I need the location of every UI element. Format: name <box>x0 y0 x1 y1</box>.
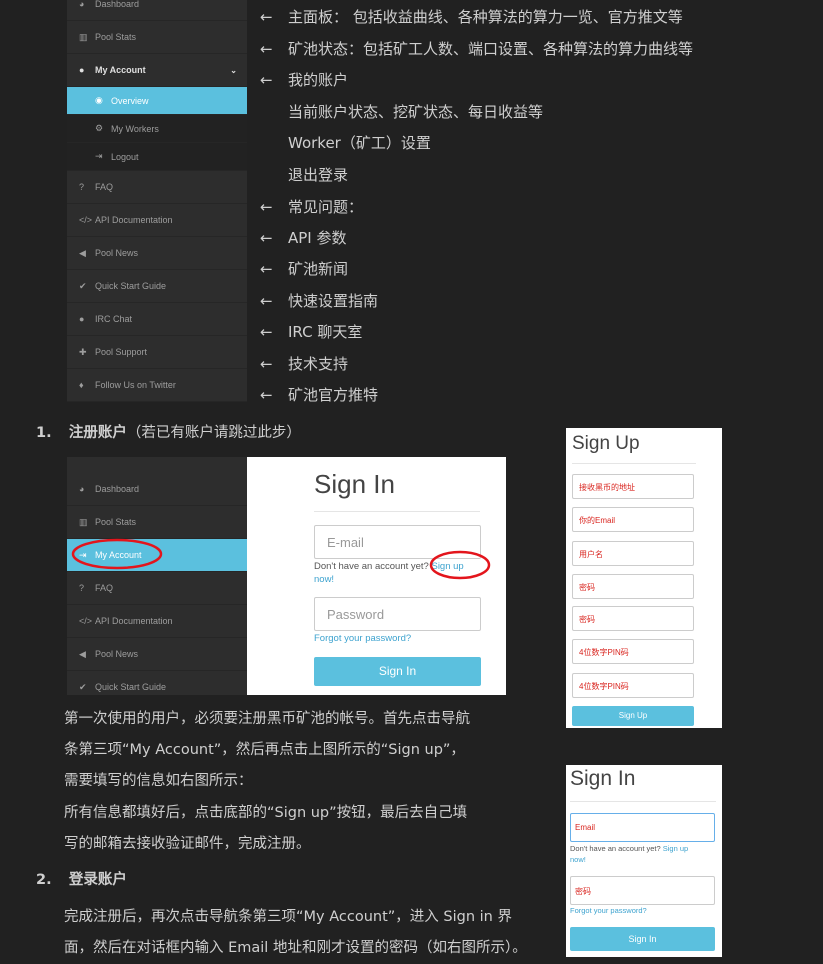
question-icon: ? <box>79 182 85 192</box>
nav-pool-stats[interactable]: ▥ Pool Stats <box>67 21 247 54</box>
divider <box>570 801 716 802</box>
bar-chart-icon: ▥ <box>79 516 88 527</box>
annotation-api: ← API 参数 <box>260 229 347 247</box>
password-field[interactable]: 密码 <box>572 574 694 599</box>
left-arrow-icon: ← <box>260 323 273 341</box>
annotation-faq: ← 常见问题： <box>260 198 364 216</box>
forgot-password-link[interactable]: Forgot your password? <box>570 906 647 915</box>
password-input[interactable]: Password <box>314 597 481 631</box>
check-icon: ✔ <box>79 280 87 291</box>
signin-button[interactable]: Sign In <box>314 657 481 686</box>
no-account-text: Don't have an account yet? Sign up now! <box>570 844 689 864</box>
dashboard-icon: ◕ <box>79 0 85 9</box>
nav-dashboard[interactable]: ◕ Dashboard <box>67 0 247 21</box>
eye-icon: ◉ <box>95 95 103 105</box>
signin-small-panel: Sign In Email Don't have an account yet?… <box>566 765 722 957</box>
annotation-overview: 当前账户状态、挖矿状态、每日收益等 <box>288 103 544 121</box>
chat-icon: ● <box>79 314 85 324</box>
username-field[interactable]: 用户名 <box>572 541 694 566</box>
signin-button[interactable]: Sign In <box>570 927 715 951</box>
step1-paragraph-2: 所有信息都填好后，点击底部的“Sign up”按钮，最后去自己填 写的邮箱去接收… <box>64 805 468 852</box>
nav-pool-stats[interactable]: ▥ Pool Stats <box>67 506 247 539</box>
nav-api-docs[interactable]: </> API Documentation <box>67 204 247 237</box>
left-arrow-icon: ← <box>260 8 273 26</box>
user-icon: ● <box>79 65 85 75</box>
divider <box>572 463 696 464</box>
password-confirm-field[interactable]: 密码 <box>572 606 694 631</box>
step2-paragraph: 完成注册后，再次点击导航条第三项“My Account”，进入 Sign in … <box>64 909 527 956</box>
left-arrow-icon: ← <box>260 71 273 89</box>
top-sidebar: ◕ Dashboard ▥ Pool Stats ● My Account ⌄ ◉ Ove… <box>67 0 247 402</box>
pin-confirm-field[interactable]: 4位数字PIN码 <box>572 673 694 698</box>
nav-quick-start[interactable]: ✔ Quick Start Guide <box>67 671 247 695</box>
red-circle-signup <box>429 550 491 580</box>
left-arrow-icon: ← <box>260 198 273 216</box>
left-arrow-icon: ← <box>260 386 273 404</box>
code-icon: </> <box>79 616 93 626</box>
address-field[interactable]: 接收黑币的地址 <box>572 474 694 499</box>
nav-quick-start[interactable]: ✔ Quick Start Guide <box>67 270 247 303</box>
divider <box>314 511 480 512</box>
nav-pool-news[interactable]: ◀ Pool News <box>67 638 247 671</box>
annotation-support: ← 技术支持 <box>260 355 349 373</box>
nav-api-docs[interactable]: </> API Documentation <box>67 605 247 638</box>
annotation-news: ← 矿池新闻 <box>260 260 349 278</box>
dashboard-icon: ◕ <box>79 484 85 494</box>
annotation-quick-start: ← 快速设置指南 <box>260 292 379 310</box>
signin-shot-sidebar: ◕ Dashboard ▥ Pool Stats ⇥ My Account ? FAQ … <box>67 457 247 695</box>
nav-dashboard[interactable]: ◕ Dashboard <box>67 473 247 506</box>
code-icon: </> <box>79 215 93 225</box>
signup-button[interactable]: Sign Up <box>572 706 694 726</box>
question-icon: ? <box>79 583 85 593</box>
left-arrow-icon: ← <box>260 292 273 310</box>
forgot-password-link[interactable]: Forgot your password? <box>314 633 411 644</box>
left-arrow-icon: ← <box>260 260 273 278</box>
nav-pool-news[interactable]: ◀ Pool News <box>67 237 247 270</box>
annotation-pool-stats: ← 矿池状态：包括矿工人数、端口设置、各种算法的算力曲线等 <box>260 40 694 58</box>
pin-field[interactable]: 4位数字PIN码 <box>572 639 694 664</box>
chevron-down-icon: ⌄ <box>230 65 237 75</box>
signup-link[interactable]: Sign up <box>663 844 688 853</box>
nav-logout[interactable]: ⇥ Logout <box>67 143 247 171</box>
step1-paragraph-1: 第一次使用的用户，必须要注册黑币矿池的帐号。首先点击导航 条第三项“My Acc… <box>64 711 470 789</box>
support-icon: ✚ <box>79 346 87 357</box>
annotation-logout: 退出登录 <box>288 166 349 184</box>
nav-twitter[interactable]: ♦ Follow Us on Twitter <box>67 369 247 402</box>
logout-icon: ⇥ <box>95 151 103 161</box>
red-circle-my-account <box>71 538 163 570</box>
signup-title: Sign Up <box>572 433 640 454</box>
password-field[interactable]: 密码 <box>570 876 715 905</box>
annotation-irc: ← IRC 聊天室 <box>260 323 363 341</box>
bullhorn-icon: ◀ <box>79 247 86 258</box>
signin-title: Sign In <box>314 469 395 499</box>
step1-heading: 1. 注册账户（若已有账户请跳过此步） <box>36 425 301 441</box>
gears-icon: ⚙ <box>95 123 104 133</box>
nav-faq[interactable]: ? FAQ <box>67 572 247 605</box>
check-icon: ✔ <box>79 681 87 692</box>
signin-small-title: Sign In <box>570 767 636 790</box>
annotation-my-account: ← 我的账户 <box>260 71 349 89</box>
nav-overview[interactable]: ◉ Overview <box>67 87 247 115</box>
twitter-icon: ♦ <box>79 380 84 390</box>
left-arrow-icon: ← <box>260 40 273 58</box>
nav-my-account[interactable]: ● My Account ⌄ <box>67 54 247 87</box>
annotation-workers: Worker（矿工）设置 <box>288 134 431 152</box>
annotation-twitter: ← 矿池官方推特 <box>260 386 379 404</box>
left-arrow-icon: ← <box>260 355 273 373</box>
step2-heading: 2. 登录账户 <box>36 872 127 888</box>
left-arrow-icon: ← <box>260 229 273 247</box>
nav-irc-chat[interactable]: ● IRC Chat <box>67 303 247 336</box>
nav-pool-support[interactable]: ✚ Pool Support <box>67 336 247 369</box>
bullhorn-icon: ◀ <box>79 648 86 659</box>
nav-my-workers[interactable]: ⚙ My Workers <box>67 115 247 143</box>
nav-faq[interactable]: ? FAQ <box>67 171 247 204</box>
signup-panel: Sign Up 接收黑币的地址 你的Email 用户名 密码 密码 4位数字PI… <box>566 428 722 728</box>
email-field[interactable]: 你的Email <box>572 507 694 532</box>
email-field[interactable]: Email <box>570 813 715 842</box>
annotation-dashboard: ← 主面板： 包括收益曲线、各种算法的算力一览、官方推文等 <box>260 8 683 26</box>
bar-chart-icon: ▥ <box>79 31 88 42</box>
